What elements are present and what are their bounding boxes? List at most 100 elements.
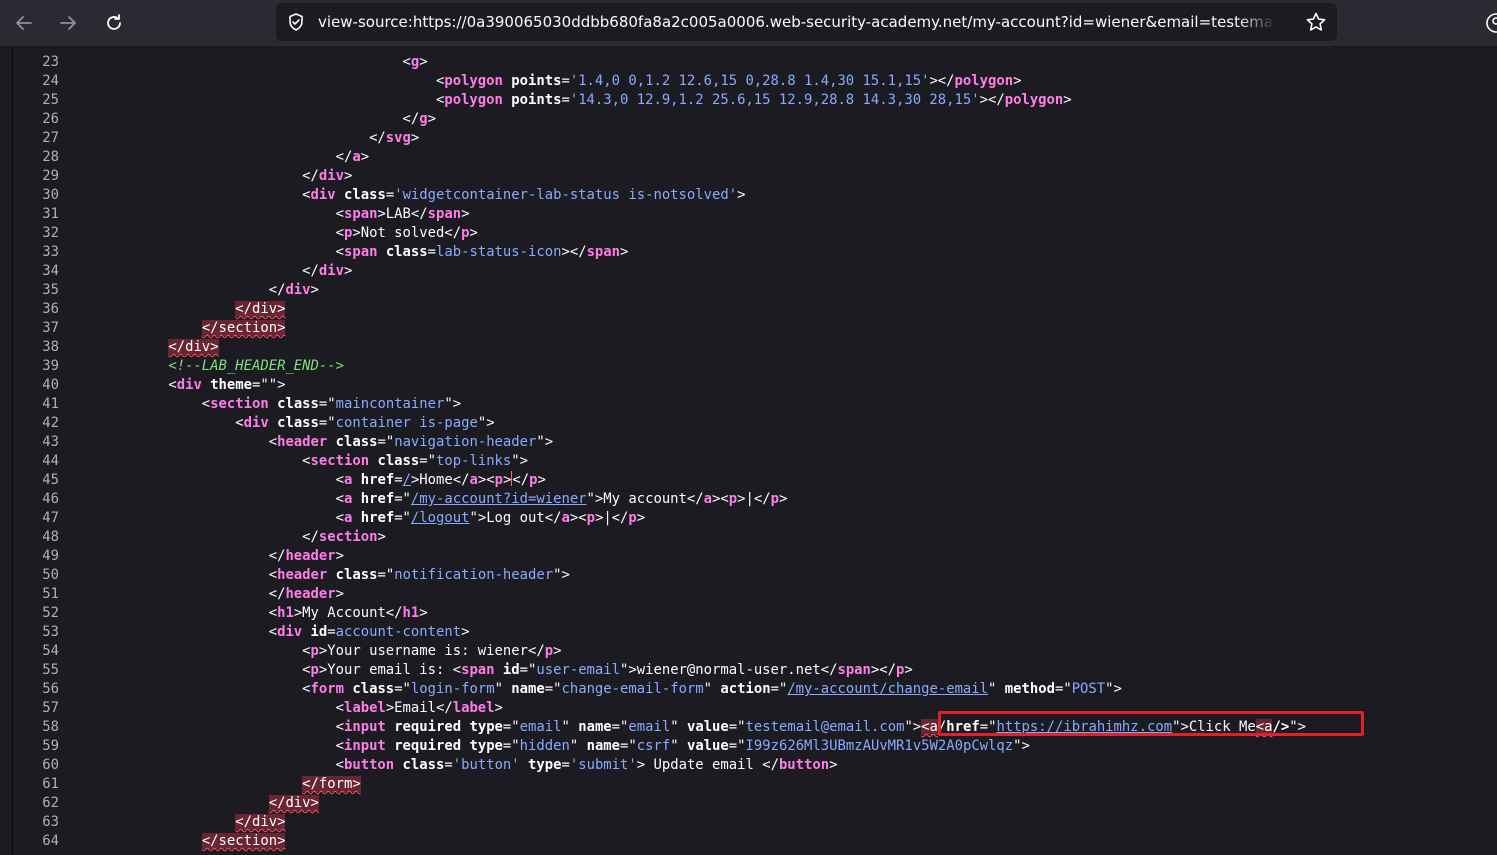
attr-name: class xyxy=(402,757,445,773)
error-token: </div> xyxy=(268,795,319,811)
punct: =" xyxy=(502,719,520,735)
attr-name: name xyxy=(511,681,545,697)
tag-name: polygon xyxy=(444,92,503,108)
line-code: </div> xyxy=(68,281,319,300)
line-number: 30 xyxy=(42,187,59,203)
punct xyxy=(394,757,402,773)
tag-name: header xyxy=(277,434,328,450)
line-number: 49 xyxy=(42,548,59,564)
tag-name: p xyxy=(310,643,319,659)
punct: > xyxy=(335,586,344,602)
attr-name: class xyxy=(385,244,428,260)
source-line: 60 <button class='button' type='submit'>… xyxy=(13,756,1497,775)
punct: >< xyxy=(569,510,587,526)
forward-button[interactable] xyxy=(53,8,83,38)
punct: </ xyxy=(68,111,420,127)
punct: = xyxy=(427,244,437,260)
link[interactable]: /logout xyxy=(411,510,470,526)
punct: "> xyxy=(553,567,570,583)
source-line: 25 <polygon points='14.3,0 12.9,1.2 25.6… xyxy=(13,91,1497,110)
source-line: 27 </svg> xyxy=(13,129,1497,148)
line-code: <label>Email</label> xyxy=(68,699,503,718)
punct: =" xyxy=(544,681,562,697)
punct: > xyxy=(469,225,478,241)
punct: >< xyxy=(712,491,729,507)
punct: < xyxy=(68,643,311,659)
punct: = xyxy=(444,757,453,773)
source-line: 52 <h1>My Account</h1> xyxy=(13,604,1497,623)
back-button[interactable] xyxy=(9,8,39,38)
line-code: <div class="container is-page"> xyxy=(68,414,494,433)
punct: > xyxy=(778,491,788,507)
reload-button[interactable] xyxy=(99,8,129,38)
line-code: </div> xyxy=(68,167,352,186)
punct: =" xyxy=(611,719,629,735)
punct: </ xyxy=(68,548,286,564)
url-text[interactable]: view-source:https://0a390065030ddbb680fa… xyxy=(318,13,1276,31)
attr-name: type xyxy=(469,719,503,735)
tag-name: span xyxy=(586,244,621,260)
line-number: 37 xyxy=(42,320,59,336)
punct: > xyxy=(343,168,353,184)
bookmark-star-icon[interactable] xyxy=(1305,11,1327,33)
tag-name: header xyxy=(277,567,328,583)
punct: < xyxy=(68,567,278,583)
attr-value: maincontainer xyxy=(335,396,445,412)
attr-value: POST xyxy=(1071,681,1106,697)
attr-value: account-content xyxy=(335,624,462,640)
browser-toolbar: view-source:https://0a390065030ddbb680fa… xyxy=(0,0,1497,46)
punct xyxy=(386,738,394,754)
punct: < xyxy=(68,700,344,716)
source-line: 53 <div id=account-content> xyxy=(13,623,1497,642)
line-number: 23 xyxy=(42,54,59,70)
punct: ">My account</ xyxy=(586,491,704,507)
punct: > xyxy=(494,700,503,716)
source-line: 41 <section class="maincontainer"> xyxy=(13,395,1497,414)
line-number: 61 xyxy=(42,776,59,792)
line-number: 29 xyxy=(42,168,59,184)
punct: </ xyxy=(512,472,530,488)
line-number: 45 xyxy=(42,472,59,488)
punct: = xyxy=(394,472,403,488)
punct xyxy=(352,510,360,526)
source-line: 26 </g> xyxy=(13,110,1497,129)
attr-value: navigation-header xyxy=(394,434,537,450)
arrow-right-icon xyxy=(60,16,76,30)
account-icon[interactable] xyxy=(1484,12,1497,34)
tag-name: a xyxy=(561,510,570,526)
tag-name: h1 xyxy=(402,605,420,621)
punct: </ xyxy=(68,263,319,279)
link[interactable]: /my-account/change-email xyxy=(787,681,988,697)
line-code: <section class="top-links"> xyxy=(68,452,528,471)
punct: =" xyxy=(394,510,411,526)
line-code: </section> xyxy=(68,319,286,338)
line-code: </header> xyxy=(68,547,344,566)
line-code: <header class="navigation-header"> xyxy=(68,433,553,452)
punct: = xyxy=(561,73,570,89)
punct xyxy=(327,567,335,583)
tag-name: div xyxy=(310,187,336,203)
attr-name: type xyxy=(528,757,562,773)
shield-icon[interactable] xyxy=(286,12,306,32)
link[interactable]: / xyxy=(403,472,411,488)
link[interactable]: /my-account?id=wiener xyxy=(411,491,587,507)
line-code: <div theme=""> xyxy=(68,376,285,395)
error-token: <a xyxy=(921,719,938,735)
address-bar[interactable]: view-source:https://0a390065030ddbb680fa… xyxy=(276,3,1337,41)
attr-name: id xyxy=(310,624,328,640)
line-number: 43 xyxy=(42,434,59,450)
attr-value: csrf xyxy=(636,738,671,754)
punct: </ xyxy=(68,586,286,602)
punct xyxy=(68,358,168,374)
line-code: <polygon points='14.3,0 12.9,1.2 25.6,15… xyxy=(68,91,1072,110)
partial-bottom-line xyxy=(13,844,1497,855)
tag-name: span xyxy=(427,206,462,222)
source-line: 49 </header> xyxy=(13,547,1497,566)
punct: >Not solved</ xyxy=(352,225,462,241)
tag-name: p xyxy=(310,662,319,678)
line-number: 35 xyxy=(42,282,59,298)
punct: < xyxy=(68,73,445,89)
source-line: 36 </div> xyxy=(13,300,1497,319)
source-line: 56 <form class="login-form" name="change… xyxy=(13,680,1497,699)
tag-name: span xyxy=(837,662,871,678)
